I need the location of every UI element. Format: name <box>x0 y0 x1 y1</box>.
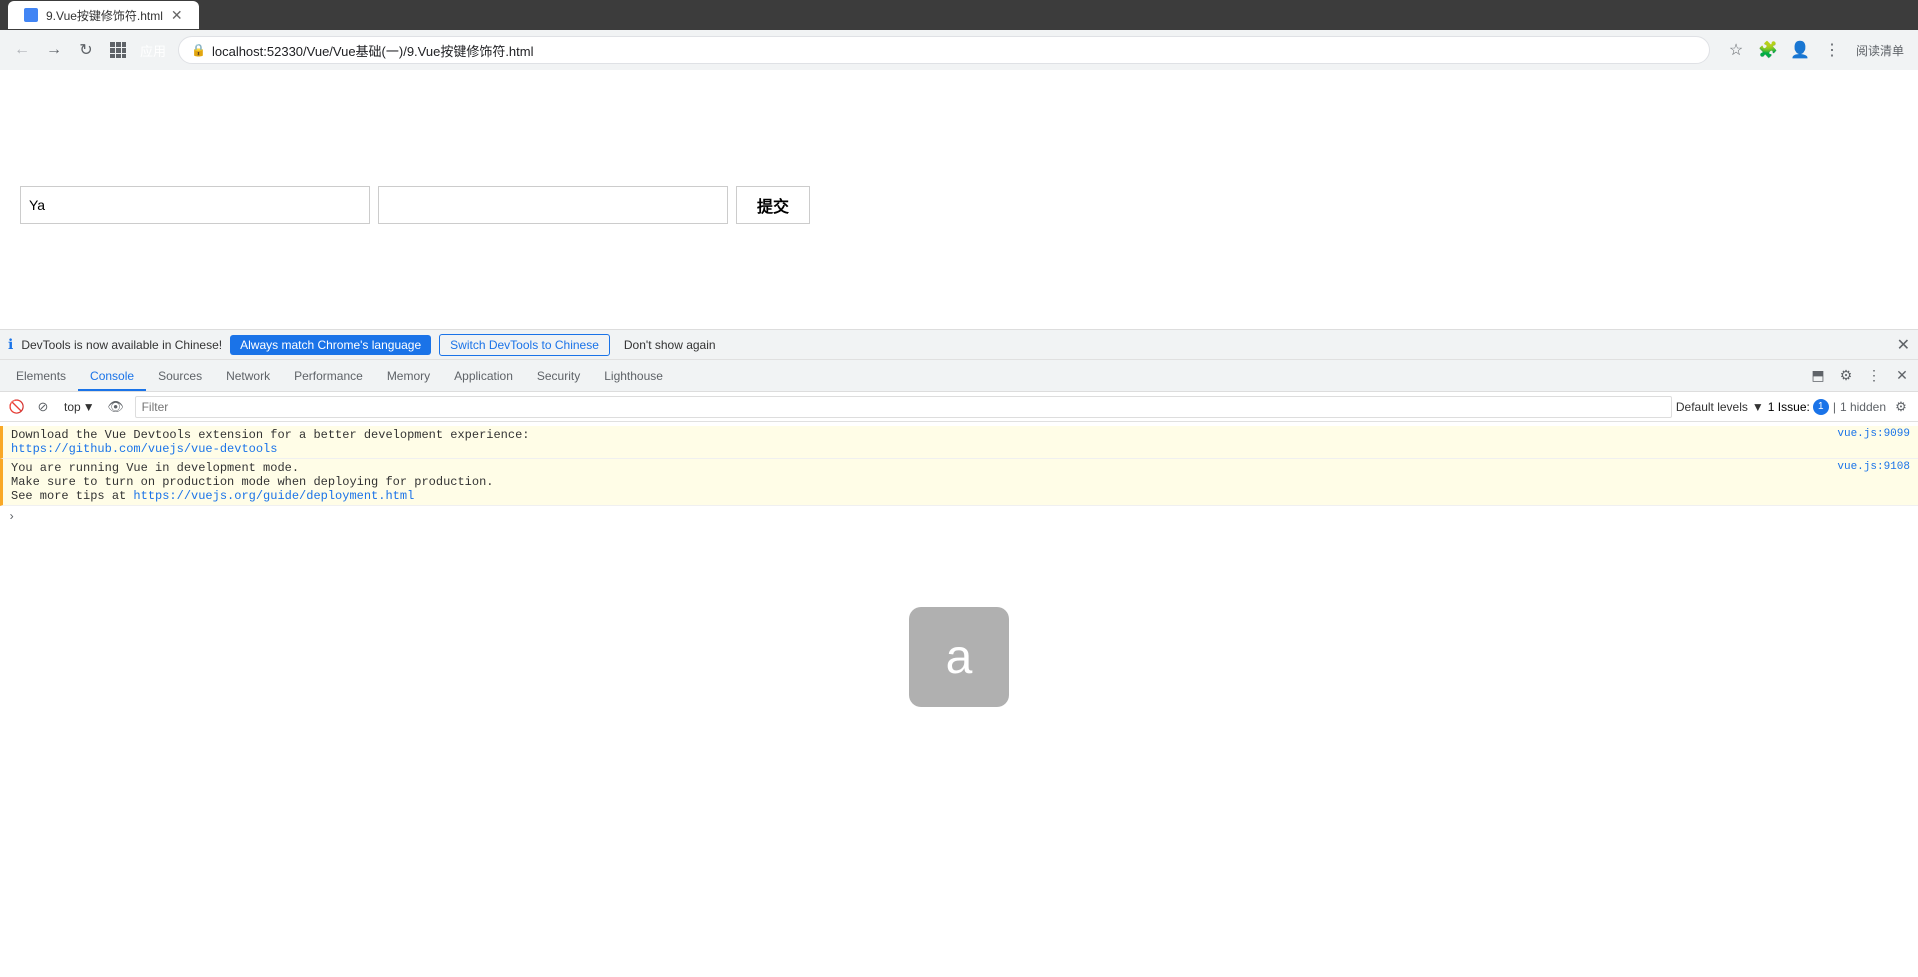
info-icon: ℹ <box>8 336 13 353</box>
nav-bar: ← → ↻ 应用 🔒 localhost:52330/Vue/Vue基础(一)/… <box>0 30 1918 70</box>
toolbar-icons: ☆ 🧩 👤 ⋮ 阅读清单 <box>1722 36 1910 64</box>
tab-memory[interactable]: Memory <box>375 363 442 391</box>
banner-text: DevTools is now available in Chinese! <box>21 338 222 352</box>
tab-application[interactable]: Application <box>442 363 525 391</box>
title-bar: 9.Vue按键修饰符.html ✕ <box>0 0 1918 30</box>
menu-icon[interactable]: ⋮ <box>1818 36 1846 64</box>
back-button[interactable]: ← <box>8 36 36 64</box>
extensions-icon[interactable]: 🧩 <box>1754 36 1782 64</box>
devtools-settings-icon[interactable]: ⚙ <box>1834 363 1858 387</box>
banner-close-button[interactable]: ✕ <box>1897 335 1910 355</box>
reload-button[interactable]: ↻ <box>72 36 100 64</box>
tab-performance[interactable]: Performance <box>282 363 375 391</box>
first-input[interactable] <box>20 186 370 224</box>
devtools-banner: ℹ DevTools is now available in Chinese! … <box>0 330 1918 360</box>
address-text: localhost:52330/Vue/Vue基础(一)/9.Vue按键修饰符.… <box>212 41 1697 60</box>
eye-icon-button[interactable]: 👁 <box>105 396 127 418</box>
second-input[interactable] <box>378 186 728 224</box>
console-toolbar: 🚫 ⊘ top ▼ 👁 Default levels ▼ 1 Issue: 1 … <box>0 392 1918 422</box>
tab-elements[interactable]: Elements <box>4 363 78 391</box>
filter-input[interactable] <box>135 396 1672 418</box>
issues-badge[interactable]: 1 Issue: 1 <box>1768 399 1829 415</box>
bookmark-icon[interactable]: ☆ <box>1722 36 1750 64</box>
forward-button[interactable]: → <box>40 36 68 64</box>
default-levels-label: Default levels <box>1676 400 1748 414</box>
prompt-chevron-icon: › <box>8 510 15 524</box>
tab-close-button[interactable]: ✕ <box>171 7 183 24</box>
context-label: top <box>64 400 81 414</box>
lock-icon: 🔒 <box>191 43 206 57</box>
submit-button[interactable]: 提交 <box>736 186 810 224</box>
reading-mode-label: 阅读清单 <box>1856 42 1904 59</box>
always-match-language-button[interactable]: Always match Chrome's language <box>230 335 431 355</box>
tab-title: 9.Vue按键修饰符.html <box>46 7 163 24</box>
apps-label: 应用 <box>140 41 166 60</box>
reading-mode-button[interactable]: 阅读清单 <box>1850 40 1910 61</box>
console-settings-icon[interactable]: ⚙ <box>1890 396 1912 418</box>
default-levels-dropdown[interactable]: Default levels ▼ <box>1676 400 1764 414</box>
devtools-more-icon[interactable]: ⋮ <box>1862 363 1886 387</box>
char-display: a <box>909 607 1009 707</box>
console-message-1-text: Download the Vue Devtools extension for … <box>11 428 1837 456</box>
browser-chrome: 9.Vue按键修饰符.html ✕ ← → ↻ 应用 🔒 localhost: <box>0 0 1918 70</box>
devtools-close-icon[interactable]: ✕ <box>1890 363 1914 387</box>
tab-favicon <box>24 8 38 22</box>
hidden-count: | <box>1833 400 1836 414</box>
deployment-link[interactable]: https://vuejs.org/guide/deployment.html <box>133 489 414 503</box>
devtools-tabs: Elements Console Sources Network Perform… <box>0 360 1918 392</box>
issues-label: 1 Issue: <box>1768 400 1810 414</box>
address-bar[interactable]: 🔒 localhost:52330/Vue/Vue基础(一)/9.Vue按键修饰… <box>178 36 1710 64</box>
filter-toggle-button[interactable]: ⊘ <box>32 396 54 418</box>
tab-console[interactable]: Console <box>78 363 146 391</box>
console-prompt[interactable]: › <box>0 506 1918 528</box>
chevron-down-icon: ▼ <box>83 400 95 414</box>
context-dropdown[interactable]: top ▼ <box>58 398 101 416</box>
console-message-2-file[interactable]: vue.js:9108 <box>1837 461 1910 473</box>
tab-sources[interactable]: Sources <box>146 363 214 391</box>
browser-tab[interactable]: 9.Vue按键修饰符.html ✕ <box>8 1 199 29</box>
console-message-2-text: You are running Vue in development mode.… <box>11 461 1837 503</box>
tab-security[interactable]: Security <box>525 363 592 391</box>
console-message-1: Download the Vue Devtools extension for … <box>0 426 1918 459</box>
console-message-2: You are running Vue in development mode.… <box>0 459 1918 506</box>
page-content: 提交 <box>0 70 1918 330</box>
hidden-count-label: 1 hidden <box>1840 400 1886 414</box>
switch-to-chinese-button[interactable]: Switch DevTools to Chinese <box>439 334 610 356</box>
console-message-1-file[interactable]: vue.js:9099 <box>1837 428 1910 440</box>
vue-form: 提交 <box>20 100 810 310</box>
default-levels-chevron-icon: ▼ <box>1752 400 1764 414</box>
tab-network[interactable]: Network <box>214 363 282 391</box>
profile-icon[interactable]: 👤 <box>1786 36 1814 64</box>
devtools-tab-icons: ⬒ ⚙ ⋮ ✕ <box>1806 363 1914 391</box>
char-display-text: a <box>946 630 973 685</box>
vue-devtools-link[interactable]: https://github.com/vuejs/vue-devtools <box>11 442 277 456</box>
devtools-dock-icon[interactable]: ⬒ <box>1806 363 1830 387</box>
dont-show-again-button[interactable]: Don't show again <box>618 335 722 355</box>
apps-icon[interactable] <box>104 36 132 64</box>
tab-lighthouse[interactable]: Lighthouse <box>592 363 675 391</box>
clear-console-button[interactable]: 🚫 <box>6 396 28 418</box>
issues-count-badge: 1 <box>1813 399 1829 415</box>
